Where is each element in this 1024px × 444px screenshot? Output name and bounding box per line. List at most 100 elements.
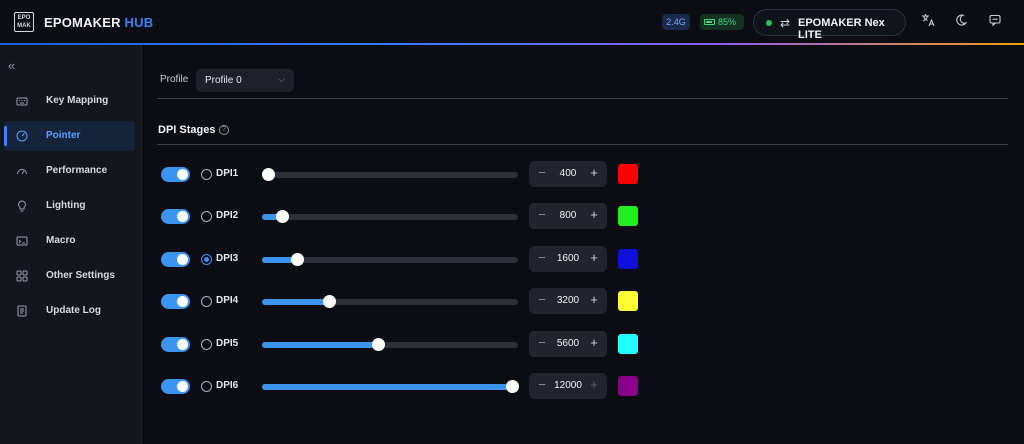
sidebar-item-key-mapping[interactable]: Key Mapping — [4, 86, 135, 116]
dpi-slider[interactable] — [262, 253, 518, 266]
dpi-value[interactable]: 800 — [549, 210, 587, 221]
dpi-slider-handle[interactable] — [506, 380, 519, 393]
dpi-slider-fill — [262, 299, 329, 305]
dpi-stage-toggle[interactable] — [161, 379, 190, 394]
plus-icon[interactable]: + — [587, 336, 601, 350]
header-accent-line — [0, 43, 1024, 45]
translate-icon[interactable] — [919, 13, 937, 31]
dpi-stage-row: DPI5 −5600 + — [0, 331, 1024, 357]
sidebar-item-pointer[interactable]: Pointer — [4, 121, 135, 151]
dpi-value[interactable]: 400 — [549, 168, 587, 179]
keyboard-icon — [16, 95, 28, 107]
dpi-value-stepper: −12000 + — [529, 373, 607, 399]
dpi-stage-radio[interactable] — [201, 254, 212, 265]
device-switcher[interactable]: ⇄ EPOMAKER Nex LITE — [753, 9, 906, 41]
minus-icon[interactable]: − — [535, 378, 549, 392]
dpi-stage-row: DPI6 −12000 + — [0, 373, 1024, 399]
dpi-stage-row: DPI1 −400 + — [0, 161, 1024, 187]
profile-select[interactable]: Profile 0 ⌵ — [196, 69, 294, 92]
dpi-slider[interactable] — [262, 380, 519, 393]
dpi-color-swatch[interactable] — [618, 334, 638, 354]
dpi-stage-toggle[interactable] — [161, 209, 190, 224]
divider — [157, 98, 1008, 99]
dpi-color-swatch[interactable] — [618, 376, 638, 396]
dpi-value-stepper: −800 + — [529, 203, 607, 229]
dpi-stage-toggle[interactable] — [161, 167, 190, 182]
dpi-value[interactable]: 1600 — [549, 253, 587, 264]
dpi-stage-toggle[interactable] — [161, 337, 190, 352]
dpi-slider[interactable] — [262, 168, 518, 181]
battery-level: 85% — [718, 17, 737, 27]
epomaker-logo-icon: EPO MAK — [14, 12, 34, 32]
dpi-stage-label: DPI6 — [216, 380, 239, 391]
dpi-stage-label: DPI2 — [216, 210, 239, 221]
dpi-color-swatch[interactable] — [618, 249, 638, 269]
dpi-slider-handle[interactable] — [262, 168, 275, 181]
grid-icon — [16, 270, 28, 282]
sidebar-item-label: Pointer — [46, 130, 81, 141]
dpi-value-stepper: −1600 + — [529, 246, 607, 272]
sidebar-item-label: Key Mapping — [46, 95, 109, 106]
minus-icon[interactable]: − — [535, 166, 549, 180]
message-icon[interactable] — [986, 13, 1004, 31]
chevron-down-icon: ⌵ — [278, 74, 285, 84]
device-name: EPOMAKER Nex LITE — [798, 17, 885, 41]
dpi-stage-label: DPI1 — [216, 168, 239, 179]
dpi-value-stepper: −5600 + — [529, 331, 607, 357]
dpi-color-swatch[interactable] — [618, 206, 638, 226]
minus-icon[interactable]: − — [535, 336, 549, 350]
dpi-slider[interactable] — [262, 210, 518, 223]
dpi-slider-handle[interactable] — [372, 338, 385, 351]
dpi-stage-row: DPI4 −3200 + — [0, 288, 1024, 314]
brand-accent: HUB — [124, 15, 154, 30]
profile-label: Profile — [160, 74, 189, 85]
profile-value: Profile 0 — [205, 75, 242, 86]
moon-icon[interactable] — [952, 13, 970, 31]
top-bar: EPO MAK EPOMAKER HUB 2.4G 85% ⇄ EPOMAKER … — [0, 0, 1024, 44]
dpi-stage-radio[interactable] — [201, 381, 212, 392]
plus-icon[interactable]: + — [587, 293, 601, 307]
dpi-slider-fill — [262, 342, 378, 348]
help-icon[interactable]: ? — [219, 125, 229, 135]
minus-icon[interactable]: − — [535, 251, 549, 265]
pointer-icon — [16, 130, 28, 142]
sidebar-item-label: Other Settings — [46, 270, 115, 281]
plus-icon[interactable]: + — [587, 166, 601, 180]
dpi-slider-handle[interactable] — [276, 210, 289, 223]
dpi-stage-label: DPI4 — [216, 295, 239, 306]
connection-badge: 2.4G — [662, 14, 690, 30]
dpi-slider-handle[interactable] — [323, 295, 336, 308]
dpi-slider[interactable] — [262, 338, 518, 351]
dpi-value[interactable]: 3200 — [549, 295, 587, 306]
dpi-stage-radio[interactable] — [201, 169, 212, 180]
dpi-color-swatch[interactable] — [618, 291, 638, 311]
divider — [157, 144, 1008, 145]
collapse-sidebar-icon[interactable]: « — [8, 58, 15, 73]
brand-main: EPOMAKER — [44, 15, 121, 30]
dpi-slider-handle[interactable] — [291, 253, 304, 266]
dpi-stage-toggle[interactable] — [161, 252, 190, 267]
battery-icon — [704, 19, 715, 25]
dpi-value[interactable]: 5600 — [549, 338, 587, 349]
section-title: DPI Stages — [158, 124, 216, 136]
status-dot-icon — [766, 20, 772, 26]
dpi-value-stepper: −3200 + — [529, 288, 607, 314]
plus-icon[interactable]: + — [587, 251, 601, 265]
dpi-stage-radio[interactable] — [201, 339, 212, 350]
dpi-stage-label: DPI5 — [216, 338, 239, 349]
dpi-slider[interactable] — [262, 295, 518, 308]
sidebar-item-label: Macro — [46, 235, 76, 246]
dpi-value[interactable]: 12000 — [549, 380, 587, 391]
dpi-stage-radio[interactable] — [201, 296, 212, 307]
plus-icon[interactable]: + — [587, 378, 601, 392]
dpi-stage-radio[interactable] — [201, 211, 212, 222]
plus-icon[interactable]: + — [587, 208, 601, 222]
dpi-stage-toggle[interactable] — [161, 294, 190, 309]
dpi-color-swatch[interactable] — [618, 164, 638, 184]
dpi-stage-row: DPI2 −800 + — [0, 203, 1024, 229]
dpi-value-stepper: −400 + — [529, 161, 607, 187]
dpi-stage-row: DPI3 −1600 + — [0, 246, 1024, 272]
minus-icon[interactable]: − — [535, 293, 549, 307]
dpi-slider-fill — [262, 384, 512, 390]
minus-icon[interactable]: − — [535, 208, 549, 222]
